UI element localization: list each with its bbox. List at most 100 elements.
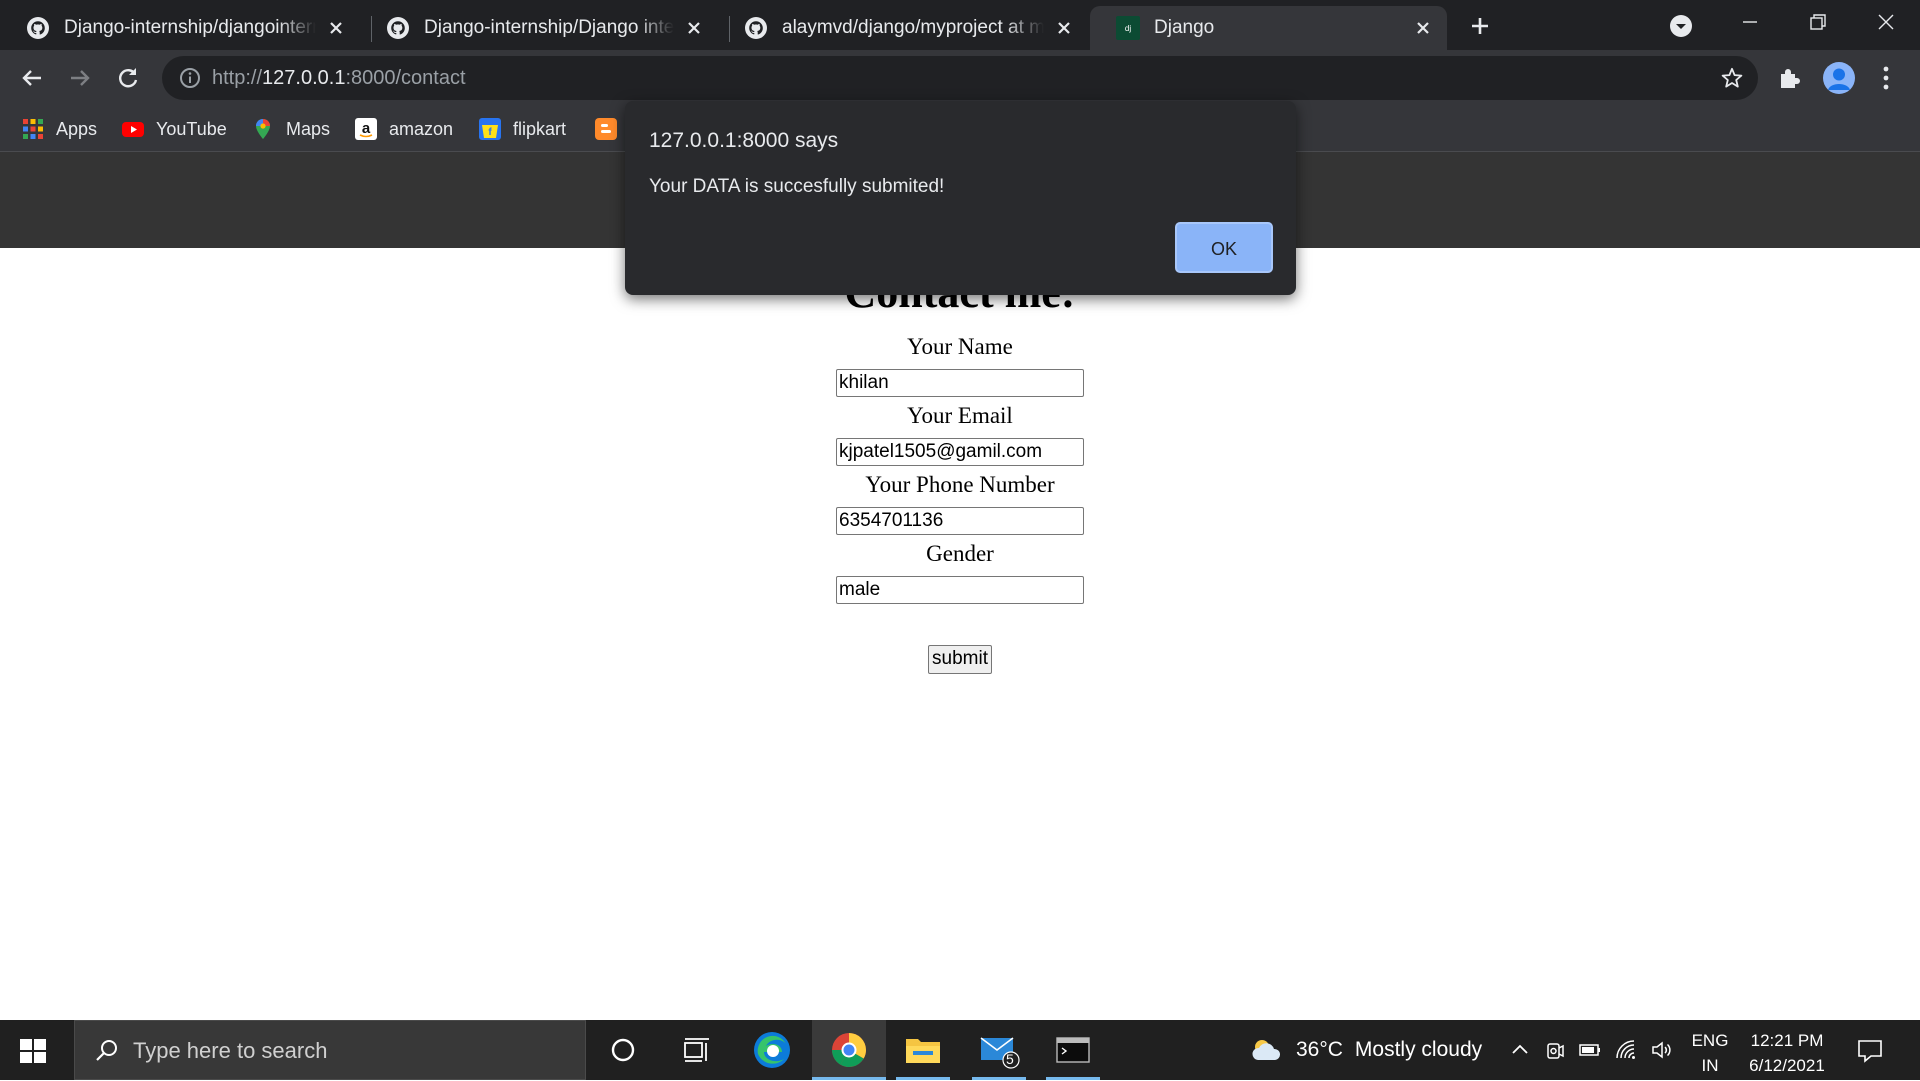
taskbar-file-explorer[interactable]	[886, 1020, 960, 1080]
language-indicator[interactable]: ENG IN	[1688, 1028, 1732, 1078]
clock-date: 6/12/2021	[1749, 1056, 1825, 1075]
phone-input[interactable]	[836, 507, 1084, 535]
clock-time: 12:21 PM	[1750, 1031, 1824, 1050]
name-input[interactable]	[836, 369, 1084, 397]
alert-dialog: 127.0.0.1:8000 says Your DATA is succesf…	[625, 101, 1296, 295]
flipkart-icon: f	[479, 118, 501, 140]
github-icon	[745, 17, 767, 39]
edge-browser-icon	[754, 1032, 790, 1068]
tab-title: Django-internship/djangointernship	[64, 17, 316, 38]
command-prompt-icon	[1056, 1037, 1090, 1063]
chrome-browser-icon	[832, 1033, 866, 1067]
kebab-menu-icon[interactable]	[1878, 64, 1894, 92]
mail-icon	[980, 1037, 1020, 1069]
weather-description: Mostly cloudy	[1354, 1038, 1483, 1061]
close-icon	[1878, 14, 1894, 30]
gender-input[interactable]	[836, 576, 1084, 604]
dialog-message: Your DATA is succesfully submited!	[649, 176, 945, 197]
bookmark-amazon[interactable]: a amazon	[355, 106, 453, 152]
tab-title: Django-internship/Django intership	[424, 17, 674, 38]
minimize-button[interactable]	[1716, 0, 1784, 44]
chevron-up-icon[interactable]	[1508, 1038, 1532, 1062]
tab-django-active[interactable]: dj Django	[1090, 6, 1447, 50]
email-input[interactable]	[836, 438, 1084, 466]
cortana-button[interactable]	[586, 1020, 660, 1080]
windows-taskbar: Type here to search 5 36°C Mostly cloudy…	[0, 1020, 1920, 1080]
close-tab-icon[interactable]	[326, 18, 346, 38]
windows-start-icon[interactable]	[16, 1034, 50, 1068]
youtube-icon	[122, 122, 144, 137]
close-tab-icon[interactable]	[1413, 18, 1433, 38]
tab-title: alaymvd/django/myproject at master	[782, 17, 1044, 38]
restore-icon	[1810, 14, 1826, 30]
wifi-icon[interactable]	[1614, 1038, 1638, 1062]
weather-widget[interactable]: 36°C Mostly cloudy	[1250, 1020, 1482, 1080]
reload-button[interactable]	[113, 63, 143, 93]
gender-label: Gender	[926, 541, 994, 566]
bookmark-maps[interactable]: Maps	[252, 106, 330, 152]
camera-privacy-icon[interactable]	[1543, 1038, 1567, 1062]
restore-button[interactable]	[1784, 0, 1852, 44]
ok-button[interactable]: OK	[1175, 222, 1273, 273]
battery-icon[interactable]	[1578, 1038, 1602, 1062]
taskbar-search-box[interactable]: Type here to search	[74, 1020, 586, 1080]
info-icon[interactable]	[178, 66, 202, 90]
bookmark-youtube[interactable]: YouTube	[122, 106, 227, 152]
back-button[interactable]	[17, 63, 47, 93]
cloud-weather-icon	[1252, 1040, 1281, 1060]
tab-github-1[interactable]: Django-internship/djangointernship	[0, 6, 360, 50]
bookmark-label: amazon	[389, 118, 454, 139]
bookmark-apps[interactable]: Apps	[22, 106, 97, 152]
mail-badge-count: 5	[1006, 1051, 1014, 1067]
extensions-puzzle-icon[interactable]	[1777, 65, 1803, 91]
user-avatar-icon	[1828, 68, 1850, 90]
apps-grid-icon	[23, 119, 43, 139]
bookmark-label: YouTube	[156, 118, 227, 139]
close-tab-icon[interactable]	[684, 18, 704, 38]
taskbar-terminal[interactable]	[1036, 1020, 1110, 1080]
taskbar-edge[interactable]	[735, 1020, 809, 1080]
tab-search-icon[interactable]	[1668, 13, 1694, 39]
language-code: ENG	[1691, 1031, 1729, 1050]
minimize-icon	[1743, 21, 1757, 23]
maps-pin-icon	[256, 119, 270, 139]
address-bar[interactable]: http://127.0.0.1:8000/contact	[162, 56, 1758, 100]
reload-icon	[119, 68, 138, 88]
bookmark-label: Maps	[286, 118, 331, 139]
bookmark-label: flipkart	[513, 118, 567, 139]
weather-temperature: 36°C	[1296, 1038, 1343, 1061]
search-placeholder: Type here to search	[133, 1038, 328, 1063]
search-icon	[96, 1040, 117, 1061]
tab-strip: Django-internship/djangointernship Djang…	[0, 0, 1920, 50]
github-icon	[27, 17, 49, 39]
bookmark-flipkart[interactable]: f flipkart	[479, 106, 566, 152]
bookmark-blogger[interactable]	[595, 106, 629, 152]
new-tab-icon[interactable]	[1466, 12, 1494, 40]
taskbar-chrome[interactable]	[812, 1020, 886, 1080]
url-host: 127.0.0.1	[262, 67, 346, 89]
bookmark-label: Apps	[56, 118, 98, 139]
notification-center-icon[interactable]	[1856, 1037, 1884, 1065]
forward-button[interactable]	[65, 63, 95, 93]
close-window-button[interactable]	[1852, 0, 1920, 44]
arrow-left-icon	[22, 70, 41, 86]
bookmark-star-icon[interactable]	[1720, 66, 1744, 90]
system-clock[interactable]: 12:21 PM 6/12/2021	[1740, 1028, 1834, 1078]
profile-avatar[interactable]	[1823, 62, 1855, 94]
url-text[interactable]: http://127.0.0.1:8000/contact	[212, 56, 466, 100]
task-view-icon	[684, 1038, 709, 1062]
browser-toolbar: http://127.0.0.1:8000/contact	[0, 50, 1920, 106]
close-tab-icon[interactable]	[1054, 18, 1074, 38]
email-label: Your Email	[907, 403, 1013, 428]
url-scheme: http://	[212, 67, 263, 89]
taskbar-mail[interactable]: 5	[962, 1020, 1036, 1080]
volume-icon[interactable]	[1650, 1038, 1674, 1062]
folder-icon	[906, 1039, 940, 1063]
submit-button[interactable]: submit	[928, 645, 992, 674]
tab-github-2[interactable]: Django-internship/Django intership	[360, 6, 718, 50]
url-path: :8000/contact	[345, 67, 466, 89]
name-label: Your Name	[907, 334, 1013, 359]
region-code: IN	[1701, 1056, 1719, 1075]
task-view-button[interactable]	[660, 1020, 734, 1080]
tab-github-3[interactable]: alaymvd/django/myproject at master	[718, 6, 1088, 50]
